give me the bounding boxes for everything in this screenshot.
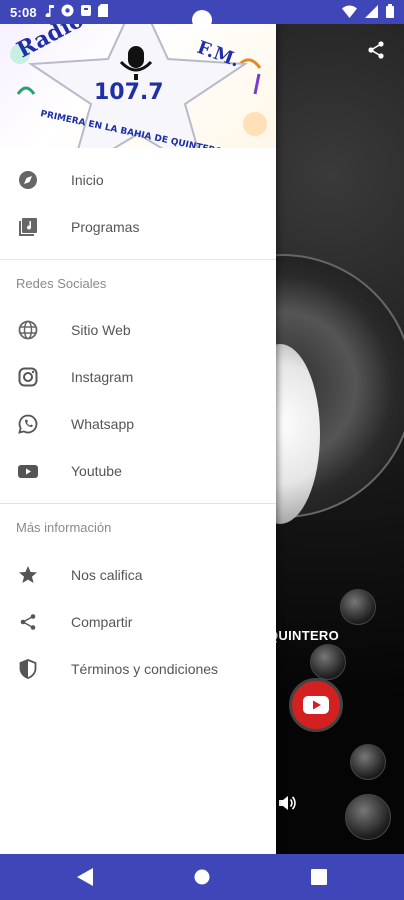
section-title-mas-informacion: Más información	[16, 520, 112, 535]
back-triangle-icon	[77, 868, 93, 886]
menu-item-sitio-web[interactable]: Sitio Web	[0, 306, 276, 353]
globe-icon	[17, 319, 39, 341]
menu-item-compartir[interactable]: Compartir	[0, 598, 276, 645]
recents-button[interactable]	[310, 868, 328, 886]
shield-icon	[17, 658, 39, 680]
menu-item-programas[interactable]: Programas	[0, 203, 276, 250]
youtube-icon	[17, 460, 39, 482]
mixer-knob	[350, 744, 386, 780]
menu-item-whatsapp[interactable]: Whatsapp	[0, 400, 276, 447]
menu-item-instagram[interactable]: Instagram	[0, 353, 276, 400]
menu-item-inicio[interactable]: Inicio	[0, 156, 276, 203]
whatsapp-icon	[17, 413, 39, 435]
divider	[0, 503, 276, 504]
menu-item-label: Nos califica	[71, 566, 143, 583]
menu-item-nos-califica[interactable]: Nos califica	[0, 551, 276, 598]
sd-card-icon	[97, 4, 108, 20]
music-note-icon	[45, 4, 55, 20]
recents-square-icon	[311, 869, 327, 885]
home-button[interactable]	[193, 868, 211, 886]
vpn-icon	[80, 4, 92, 20]
wifi-icon	[342, 5, 357, 21]
navigation-drawer: Radio F.M. PRIMERA EN LA BAHIA DE QUINTE…	[0, 24, 276, 854]
mixer-knob	[340, 589, 376, 625]
frequency-label: 107.7	[94, 80, 164, 105]
youtube-icon	[303, 696, 329, 714]
menu-item-terminos[interactable]: Términos y condiciones	[0, 645, 276, 692]
section-title-redes-sociales: Redes Sociales	[16, 276, 107, 291]
share-icon	[17, 611, 39, 633]
menu-item-label: Instagram	[71, 368, 134, 385]
drawer-header-logo: Radio F.M. PRIMERA EN LA BAHIA DE QUINTE…	[0, 24, 276, 148]
system-nav-bar	[0, 854, 404, 900]
battery-icon	[386, 4, 394, 21]
share-icon[interactable]	[366, 40, 386, 65]
star-icon	[17, 564, 39, 586]
station-name: QUINTERO	[268, 628, 340, 643]
menu-item-label: Compartir	[71, 613, 133, 630]
menu-item-label: Términos y condiciones	[71, 660, 219, 677]
home-circle-icon	[194, 869, 210, 885]
playlist-icon	[17, 216, 39, 238]
status-right-icons	[342, 4, 394, 21]
menu-item-label: Youtube	[71, 462, 122, 479]
logo-radio-text: Radio	[13, 24, 88, 63]
back-button[interactable]	[76, 868, 94, 886]
signal-icon	[365, 4, 378, 21]
mixer-knob	[345, 794, 391, 840]
gear-app-icon	[61, 4, 74, 20]
menu-item-youtube[interactable]: Youtube	[0, 447, 276, 494]
status-left-icons	[45, 4, 108, 20]
menu-item-label: Whatsapp	[71, 415, 135, 432]
camera-cutout	[192, 10, 212, 30]
status-time: 5:08	[10, 4, 37, 20]
menu-item-label: Sitio Web	[71, 321, 131, 338]
instagram-icon	[17, 366, 39, 388]
youtube-play-button[interactable]	[289, 678, 343, 732]
menu-item-label: Programas	[71, 218, 140, 235]
volume-icon[interactable]	[277, 793, 297, 818]
compass-icon	[17, 169, 39, 191]
mixer-knob	[310, 644, 346, 680]
divider	[0, 259, 276, 260]
menu-item-label: Inicio	[71, 171, 104, 188]
